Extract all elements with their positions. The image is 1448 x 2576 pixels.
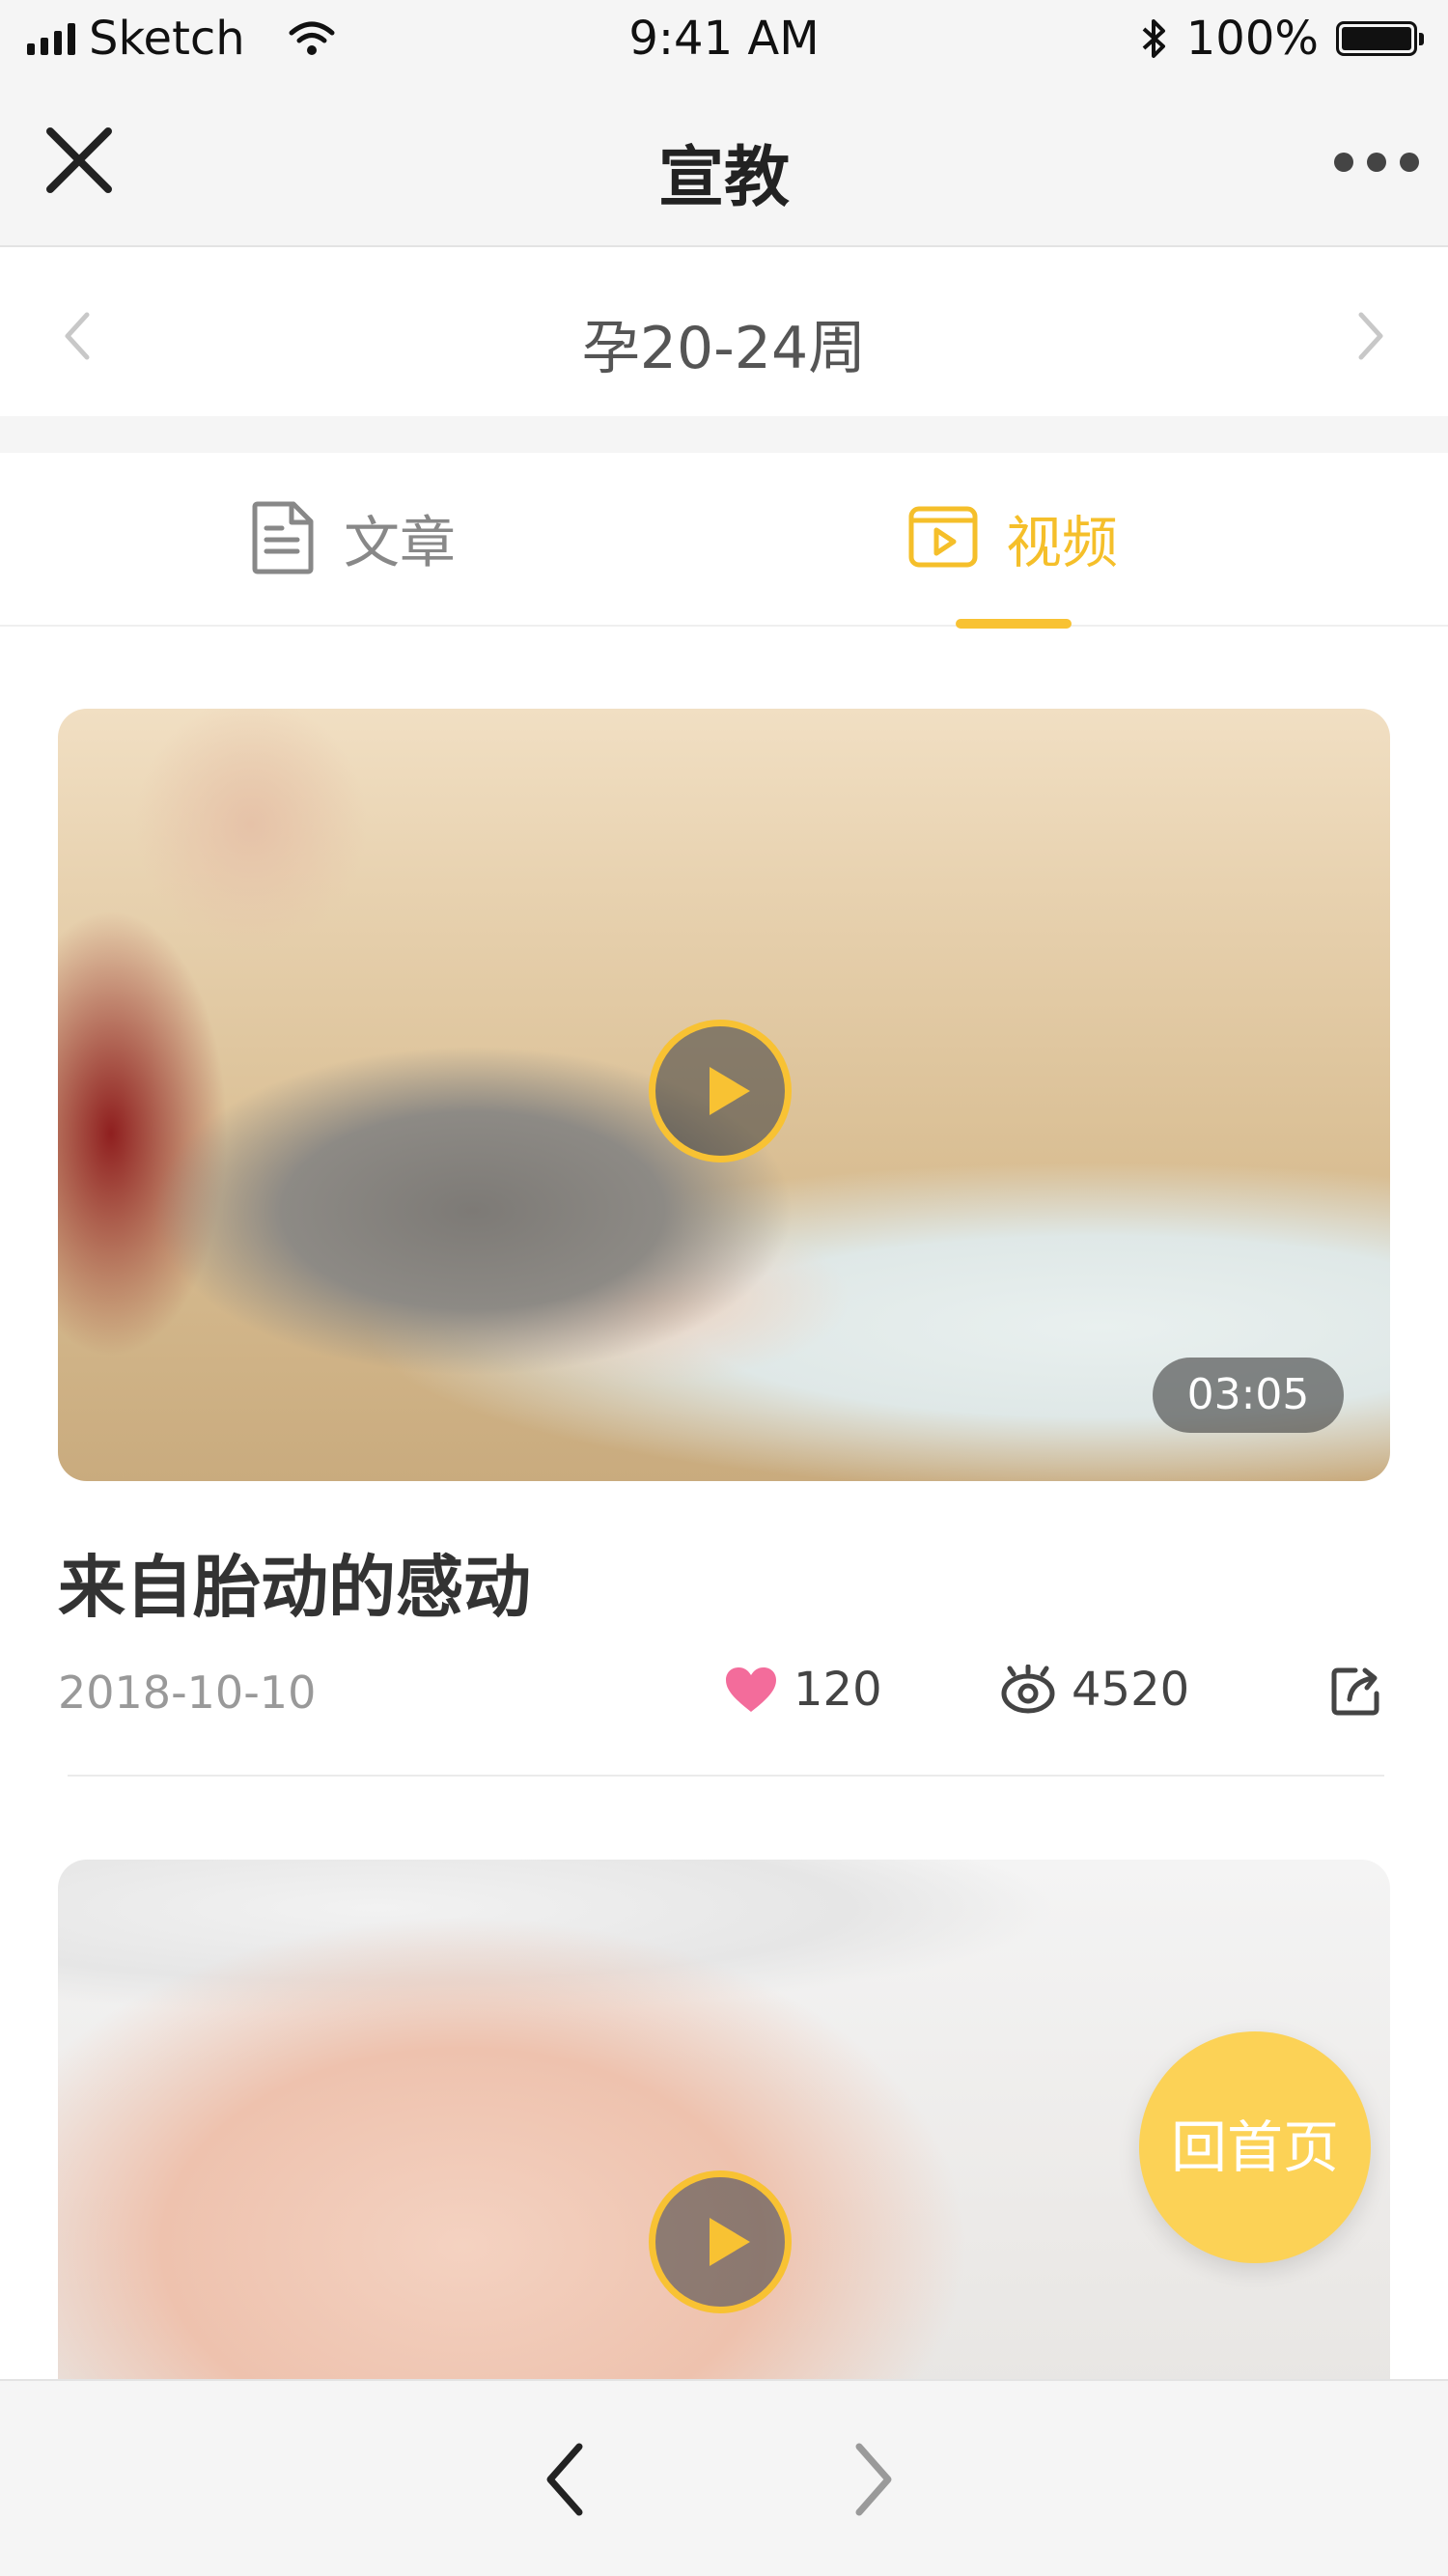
more-icon[interactable] [1334, 153, 1419, 172]
week-label: 孕20-24周 [581, 315, 867, 382]
video-icon [908, 506, 978, 568]
document-icon [252, 501, 314, 574]
tab-article-label: 文章 [344, 510, 457, 575]
battery-percent: 100% [1185, 12, 1319, 66]
week-selector: 孕20-24周 [0, 247, 1448, 416]
tab-article[interactable]: 文章 [249, 499, 456, 576]
status-right: 100% [1140, 10, 1424, 68]
battery-icon [1336, 21, 1424, 56]
forward-arrow-icon[interactable] [849, 2441, 898, 2518]
view-count-value: 4520 [1072, 1663, 1190, 1717]
view-count: 4520 [1000, 1659, 1189, 1721]
chevron-right-icon[interactable] [1355, 311, 1386, 361]
page-title: 宣教 [657, 140, 790, 216]
like-count-value: 120 [794, 1663, 882, 1717]
play-button[interactable] [649, 1020, 792, 1162]
eye-icon [1001, 1665, 1055, 1714]
section-gap [0, 416, 1448, 453]
video-duration: 03:05 [1153, 1358, 1344, 1433]
video-title[interactable]: 来自胎动的感动 [58, 1533, 531, 1631]
home-button[interactable]: 回首页 [1139, 2031, 1371, 2263]
bottom-toolbar [0, 2379, 1448, 2576]
nav-bar: 宣教 [0, 77, 1448, 247]
share-icon[interactable] [1330, 1663, 1384, 1717]
play-icon [710, 2218, 750, 2266]
bluetooth-icon [1142, 19, 1165, 58]
video-date: 2018-10-10 [58, 1666, 317, 1719]
card-divider [68, 1775, 1384, 1777]
tab-video[interactable]: 视频 [907, 499, 1118, 576]
status-bar: Sketch 9:41 AM 100% [0, 0, 1448, 77]
battery-fill [1342, 27, 1411, 50]
content-tabs: 文章 视频 [0, 453, 1448, 629]
tab-active-indicator [956, 619, 1072, 629]
tab-video-label: 视频 [1006, 510, 1119, 575]
like-count[interactable]: 120 [724, 1659, 882, 1721]
play-button-2[interactable] [649, 2170, 792, 2313]
back-arrow-icon[interactable] [541, 2441, 589, 2518]
heart-icon [726, 1667, 776, 1712]
play-icon [710, 1067, 750, 1115]
